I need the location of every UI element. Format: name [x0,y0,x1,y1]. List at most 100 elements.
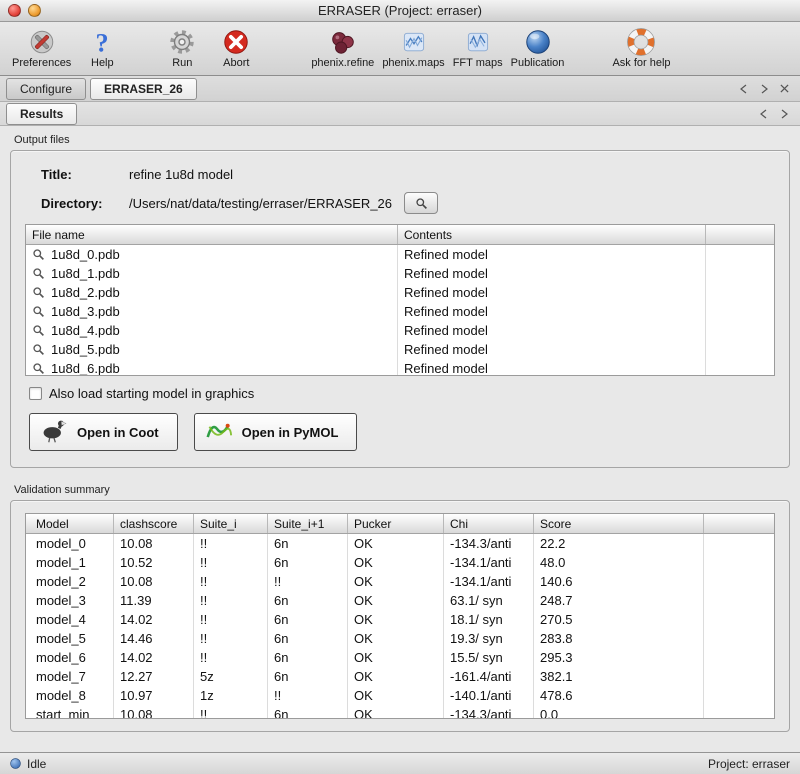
open-in-pymol-label: Open in PyMOL [242,425,339,440]
toolbar-item-phenix-refine[interactable]: phenix.refine [307,25,378,70]
file-extra-cell [706,302,774,321]
validation-col-header[interactable]: Chi [444,514,534,533]
validation-cell: 270.5 [534,610,704,629]
toolbar-item-publication[interactable]: Publication [507,25,569,70]
file-contents-cell: Refined model [398,359,706,376]
validation-col-header[interactable]: clashscore [114,514,194,533]
file-row[interactable]: 1u8d_4.pdbRefined model [26,321,774,340]
tab-close-button[interactable] [778,83,790,95]
file-col-header[interactable]: Contents [398,225,706,244]
validation-extra-cell [704,648,774,667]
validation-cell: 6n [268,591,348,610]
validation-col-header[interactable]: Suite_i+1 [268,514,348,533]
title-field-row: Title: refine 1u8d model [41,167,775,182]
file-row[interactable]: 1u8d_3.pdbRefined model [26,302,774,321]
validation-extra-cell [704,610,774,629]
validation-col-header[interactable]: Score [534,514,704,533]
file-row[interactable]: 1u8d_0.pdbRefined model [26,245,774,264]
open-in-pymol-button[interactable]: Open in PyMOL [194,413,358,451]
minimize-button[interactable] [28,4,41,17]
validation-col-header[interactable]: Pucker [348,514,444,533]
browse-directory-button[interactable] [404,192,438,214]
open-in-coot-button[interactable]: Open in Coot [29,413,178,451]
validation-cell: !! [194,572,268,591]
load-starting-model-checkbox[interactable] [29,387,42,400]
validation-cell: 10.97 [114,686,194,705]
validation-cell: 6n [268,705,348,719]
sub-tab-scroll-left-button[interactable] [758,108,770,120]
validation-row[interactable]: model_614.02!!6nOK15.5/ syn295.3 [26,648,774,667]
validation-cell: !! [194,591,268,610]
validation-cell: model_0 [26,534,114,553]
validation-row[interactable]: model_414.02!!6nOK18.1/ syn270.5 [26,610,774,629]
validation-cell: model_2 [26,572,114,591]
toolbar-item-preferences[interactable]: Preferences [8,25,75,70]
validation-row[interactable]: model_311.39!!6nOK63.1/ syn248.7 [26,591,774,610]
validation-cell: 248.7 [534,591,704,610]
tab-configure[interactable]: Configure [6,78,86,100]
toolbar-label: FFT maps [453,57,503,69]
toolbar-label: Abort [223,57,249,69]
tab-scroll-left-button[interactable] [738,83,750,95]
validation-cell: -134.3/anti [444,534,534,553]
toolbar-item-abort[interactable]: Abort [209,25,263,70]
validation-table-header: ModelclashscoreSuite_iSuite_i+1PuckerChi… [26,514,774,534]
validation-row[interactable]: model_110.52!!6nOK-134.1/anti48.0 [26,553,774,572]
validation-table: ModelclashscoreSuite_iSuite_i+1PuckerChi… [25,513,775,719]
svg-text:?: ? [96,28,109,57]
window-title: ERRASER (Project: erraser) [318,3,482,18]
file-row[interactable]: 1u8d_5.pdbRefined model [26,340,774,359]
validation-cell: OK [348,572,444,591]
output-files-group: Output files Title: refine 1u8d model Di… [10,134,790,468]
results-panel: Output files Title: refine 1u8d model Di… [0,126,800,752]
tab-erraser-26[interactable]: ERRASER_26 [90,78,197,100]
file-extra-cell [706,283,774,302]
toolbar-item-help[interactable]: ? Help [75,25,129,70]
ask-for-help-icon [626,26,656,57]
validation-row[interactable]: model_514.46!!6nOK19.3/ syn283.8 [26,629,774,648]
toolbar-item-ask-for-help[interactable]: Ask for help [608,25,674,70]
help-icon: ? [87,26,117,57]
file-row[interactable]: 1u8d_1.pdbRefined model [26,264,774,283]
directory-value: /Users/nat/data/testing/erraser/ERRASER_… [129,196,392,211]
load-starting-model-row[interactable]: Also load starting model in graphics [29,386,775,401]
validation-group-label: Validation summary [14,484,790,498]
validation-cell: 11.39 [114,591,194,610]
tab-results[interactable]: Results [6,103,77,125]
toolbar-item-run[interactable]: Run [155,25,209,70]
validation-row[interactable]: model_210.08!!!!OK-134.1/anti140.6 [26,572,774,591]
file-name-cell: 1u8d_3.pdb [26,302,398,321]
toolbar-label: Ask for help [612,57,670,69]
output-files-group-label: Output files [14,134,790,148]
tab-scroll-right-button[interactable] [758,83,770,95]
validation-row[interactable]: model_010.08!!6nOK-134.3/anti22.2 [26,534,774,553]
validation-col-header[interactable]: Suite_i [194,514,268,533]
validation-row[interactable]: start_min10.08!!6nOK-134.3/anti0.0 [26,705,774,719]
validation-extra-cell [704,553,774,572]
close-button[interactable] [8,4,21,17]
open-buttons-row: Open in Coot Open in PyMOL [29,413,775,451]
validation-cell: !! [194,553,268,572]
file-contents-cell: Refined model [398,340,706,359]
validation-cell: -134.3/anti [444,705,534,719]
file-col-header[interactable] [706,225,774,244]
sub-tab-scroll-right-button[interactable] [778,108,790,120]
toolbar-item-fft-maps[interactable]: FFT maps [449,25,507,70]
validation-cell: 18.1/ syn [444,610,534,629]
validation-cell: 10.52 [114,553,194,572]
validation-cell: 6n [268,667,348,686]
validation-cell: -140.1/anti [444,686,534,705]
validation-cell: -161.4/anti [444,667,534,686]
file-col-header[interactable]: File name [26,225,398,244]
validation-row[interactable]: model_712.275z6nOK-161.4/anti382.1 [26,667,774,686]
file-row[interactable]: 1u8d_2.pdbRefined model [26,283,774,302]
title-bar: ERRASER (Project: erraser) [0,0,800,22]
validation-col-header[interactable]: Model [26,514,114,533]
validation-cell: 6n [268,553,348,572]
checkbox-label: Also load starting model in graphics [49,386,254,401]
validation-row[interactable]: model_810.971z!!OK-140.1/anti478.6 [26,686,774,705]
toolbar-item-phenix-maps[interactable]: phenix.maps [378,25,448,70]
status-project: Project: erraser [708,757,790,771]
file-row[interactable]: 1u8d_6.pdbRefined model [26,359,774,376]
validation-cell: 478.6 [534,686,704,705]
